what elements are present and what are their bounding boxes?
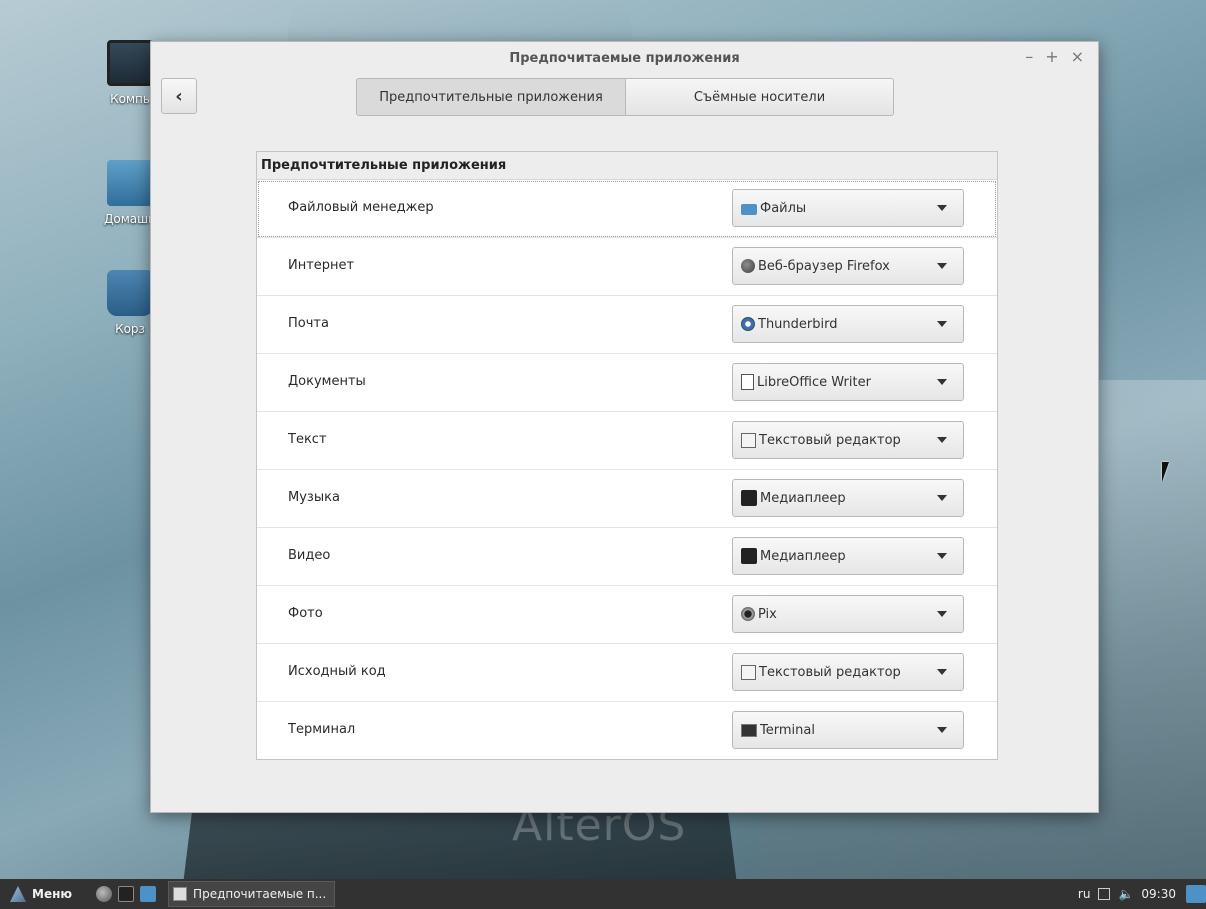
- panel-title: Предпочтительные приложения: [257, 152, 997, 180]
- taskbar-window-button[interactable]: Предпочитаемые п...: [168, 881, 336, 907]
- row-label: Исходный код: [288, 664, 386, 679]
- selected-app: Файлы: [760, 200, 807, 216]
- row-label: Документы: [288, 374, 366, 389]
- selected-app: Текстовый редактор: [759, 432, 901, 448]
- selected-app: Pix: [758, 606, 777, 622]
- list-item: Почта Thunderbird: [257, 296, 997, 354]
- text-editor-icon: [741, 664, 756, 680]
- selected-app: Terminal: [760, 722, 815, 738]
- window-title: Предпочитаемые приложения: [509, 51, 740, 66]
- list-item: Текст Текстовый редактор: [257, 412, 997, 470]
- selected-app: LibreOffice Writer: [757, 374, 871, 390]
- app-select-mail[interactable]: Thunderbird: [732, 305, 964, 343]
- desktop-icon-label: Корз: [115, 322, 145, 336]
- list-item: Интернет Веб-браузер Firefox: [257, 238, 997, 296]
- network-icon[interactable]: [1098, 888, 1111, 900]
- selected-app: Медиаплеер: [760, 548, 846, 564]
- chevron-down-icon: [937, 437, 947, 443]
- files-launcher-icon[interactable]: [140, 886, 157, 902]
- system-tray: ru 🔈 09:30: [1078, 879, 1176, 909]
- chevron-down-icon: [937, 205, 947, 211]
- app-select-music[interactable]: Медиаплеер: [732, 479, 964, 517]
- preferred-apps-panel: Предпочтительные приложения Файловый мен…: [256, 151, 998, 760]
- back-button[interactable]: ‹: [161, 78, 197, 114]
- show-desktop-icon[interactable]: [1186, 885, 1206, 903]
- quick-launch: [96, 886, 157, 902]
- chevron-down-icon: [937, 611, 947, 617]
- trash-icon: [107, 270, 153, 316]
- chevron-down-icon: [937, 727, 947, 733]
- writer-document-icon: [741, 374, 754, 390]
- list-item: Терминал Terminal: [257, 702, 997, 760]
- desktop-icon-label: Компь: [110, 92, 150, 106]
- media-player-icon: [741, 548, 757, 564]
- window-app-icon: [173, 887, 188, 901]
- text-editor-icon: [741, 432, 756, 448]
- tab-preferred-apps[interactable]: Предпочтительные приложения: [356, 78, 626, 116]
- list-item: Исходный код Текстовый редактор: [257, 644, 997, 702]
- list-item: Файловый менеджер Файлы: [257, 180, 997, 238]
- minimize-button[interactable]: –: [1025, 47, 1033, 66]
- desktop-icon-label: Домашн: [104, 212, 156, 226]
- app-select-file-manager[interactable]: Файлы: [732, 189, 964, 227]
- menu-label: Меню: [32, 887, 73, 901]
- terminal-launcher-icon[interactable]: [118, 886, 135, 902]
- chevron-left-icon: ‹: [175, 85, 183, 107]
- menu-button[interactable]: Меню: [0, 886, 72, 902]
- chevron-down-icon: [937, 321, 947, 327]
- app-select-terminal[interactable]: Terminal: [732, 711, 964, 749]
- chevron-down-icon: [937, 669, 947, 675]
- list-item: Видео Медиаплеер: [257, 528, 997, 586]
- volume-icon[interactable]: 🔈: [1118, 887, 1133, 901]
- tab-bar: Предпочтительные приложения Съёмные носи…: [356, 78, 894, 116]
- selected-app: Thunderbird: [758, 316, 838, 332]
- media-player-icon: [741, 490, 757, 506]
- keyboard-layout-indicator[interactable]: ru: [1078, 887, 1091, 901]
- preferred-apps-window: Предпочитаемые приложения – + × ‹ Предпо…: [150, 41, 1099, 813]
- menu-logo-icon: [10, 886, 26, 902]
- chevron-down-icon: [937, 553, 947, 559]
- app-select-photo[interactable]: Pix: [732, 595, 964, 633]
- selected-app: Медиаплеер: [760, 490, 846, 506]
- row-label: Файловый менеджер: [288, 200, 434, 215]
- chevron-down-icon: [937, 379, 947, 385]
- app-select-documents[interactable]: LibreOffice Writer: [732, 363, 964, 401]
- app-select-text[interactable]: Текстовый редактор: [732, 421, 964, 459]
- clock[interactable]: 09:30: [1141, 887, 1176, 901]
- computer-icon: [107, 40, 153, 86]
- maximize-button[interactable]: +: [1045, 47, 1058, 66]
- taskbar-window-label: Предпочитаемые п...: [193, 887, 327, 901]
- folder-icon: [741, 203, 757, 215]
- pix-camera-icon: [741, 607, 755, 621]
- app-select-video[interactable]: Медиаплеер: [732, 537, 964, 575]
- chevron-down-icon: [937, 495, 947, 501]
- mouse-cursor-icon: [1162, 462, 1176, 482]
- app-select-internet[interactable]: Веб-браузер Firefox: [732, 247, 964, 285]
- firefox-icon: [741, 259, 755, 273]
- home-folder-icon: [107, 160, 153, 206]
- tab-removable-media[interactable]: Съёмные носители: [626, 78, 894, 116]
- thunderbird-icon: [741, 317, 755, 331]
- window-controls: – + ×: [1025, 47, 1084, 66]
- close-button[interactable]: ×: [1071, 47, 1084, 66]
- list-item: Документы LibreOffice Writer: [257, 354, 997, 412]
- row-label: Музыка: [288, 490, 340, 505]
- app-select-source-code[interactable]: Текстовый редактор: [732, 653, 964, 691]
- row-label: Почта: [288, 316, 329, 331]
- row-label: Интернет: [288, 258, 355, 273]
- window-titlebar[interactable]: Предпочитаемые приложения – + ×: [151, 42, 1098, 76]
- row-label: Текст: [288, 432, 327, 447]
- taskbar: Меню Предпочитаемые п... ru 🔈 09:30: [0, 879, 1206, 909]
- list-item: Музыка Медиаплеер: [257, 470, 997, 528]
- chevron-down-icon: [937, 263, 947, 269]
- selected-app: Текстовый редактор: [759, 664, 901, 680]
- terminal-icon: [741, 723, 757, 737]
- selected-app: Веб-браузер Firefox: [758, 258, 890, 274]
- row-label: Терминал: [288, 722, 356, 737]
- row-label: Фото: [288, 606, 323, 621]
- row-label: Видео: [288, 548, 331, 563]
- firefox-launcher-icon[interactable]: [96, 886, 113, 902]
- list-item: Фото Pix: [257, 586, 997, 644]
